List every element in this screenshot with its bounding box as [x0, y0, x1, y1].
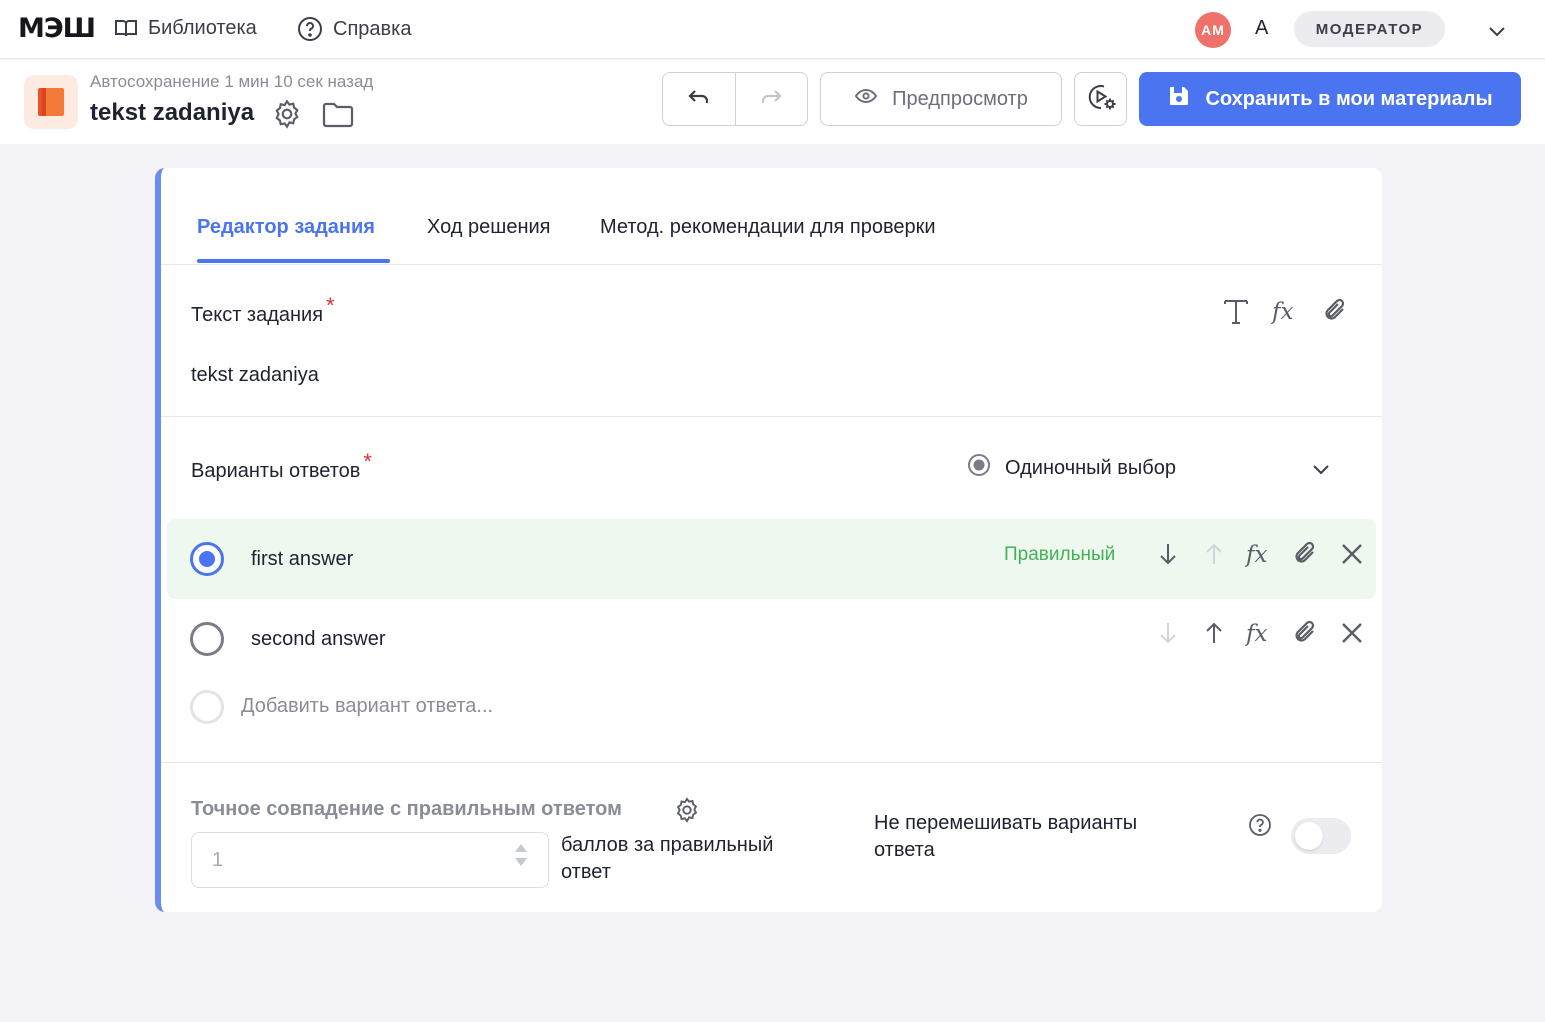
- answer-text[interactable]: second answer: [251, 628, 386, 651]
- tab-task-editor[interactable]: Редактор задания: [197, 216, 375, 239]
- section-divider: [161, 416, 1382, 417]
- svg-text:fx: fx: [1245, 542, 1268, 568]
- document-icon: [24, 75, 78, 129]
- task-text-label: Текст задания *: [191, 293, 335, 327]
- points-input[interactable]: 1: [191, 832, 549, 888]
- formula-icon[interactable]: fx: [1237, 540, 1283, 568]
- answer-row: second answer fx: [167, 599, 1376, 679]
- paperclip-icon[interactable]: [1283, 619, 1329, 647]
- avatar[interactable]: АМ: [1195, 12, 1231, 48]
- eye-icon: [854, 84, 878, 114]
- undo-icon: [686, 84, 712, 115]
- no-shuffle-label: Не перемешивать варианты ответа: [874, 812, 1138, 861]
- stepper-up-icon[interactable]: [514, 843, 528, 853]
- active-tab-indicator: [197, 259, 390, 263]
- formula-icon[interactable]: fx: [1237, 619, 1283, 647]
- no-shuffle-toggle[interactable]: [1291, 818, 1351, 854]
- tab-method-recommendations[interactable]: Метод. рекомендации для проверки: [600, 216, 936, 239]
- radio-mode-icon: [967, 453, 991, 483]
- settings-gear-icon[interactable]: [271, 98, 303, 135]
- user-name[interactable]: А: [1255, 17, 1268, 40]
- undo-button[interactable]: [663, 73, 735, 125]
- answer-radio[interactable]: [190, 622, 224, 656]
- settings-gear-icon[interactable]: [673, 796, 701, 829]
- video-settings-icon: [1083, 79, 1119, 120]
- nav-library-label: Библиотека: [148, 16, 257, 39]
- answer-text[interactable]: first answer: [251, 548, 353, 571]
- redo-icon: [758, 84, 784, 115]
- svg-text:fx: fx: [1245, 621, 1268, 647]
- close-icon[interactable]: [1329, 620, 1375, 646]
- redo-button[interactable]: [734, 73, 808, 125]
- document-title: tekst zadaniya: [90, 99, 255, 126]
- undo-redo-group: [662, 72, 808, 126]
- top-navigation: МЭШ Библиотека Справка АМ А МОДЕРАТОР: [0, 0, 1545, 59]
- move-up-icon[interactable]: [1191, 620, 1237, 646]
- nav-help-link[interactable]: Справка: [297, 16, 411, 42]
- answer-row-tools: fx: [1145, 540, 1375, 568]
- answer-row-tools: fx: [1145, 619, 1375, 647]
- required-mark: *: [363, 449, 372, 474]
- question-circle-icon[interactable]: [1248, 813, 1272, 842]
- task-editor-card: Редактор задания Ход решения Метод. реко…: [155, 168, 1382, 912]
- points-value: 1: [212, 849, 224, 871]
- move-down-icon: [1145, 620, 1191, 646]
- move-up-icon: [1191, 541, 1237, 567]
- role-badge[interactable]: МОДЕРАТОР: [1294, 11, 1445, 47]
- task-text-label-text: Текст задания: [191, 304, 324, 326]
- nav-help-label: Справка: [333, 17, 412, 40]
- answer-radio-selected[interactable]: [190, 542, 224, 576]
- floppy-disk-icon: [1167, 84, 1191, 114]
- book-icon: [114, 16, 138, 40]
- preview-label: Предпросмотр: [892, 87, 1028, 110]
- new-answer-radio: [190, 690, 224, 724]
- answers-label-text: Варианты ответов: [191, 460, 361, 482]
- paperclip-icon[interactable]: [1323, 297, 1349, 330]
- points-caption: баллов за правильный ответ: [561, 834, 774, 883]
- question-circle-icon: [297, 16, 323, 42]
- task-text-content[interactable]: tekst zadaniya: [191, 364, 319, 387]
- move-down-icon[interactable]: [1145, 541, 1191, 567]
- answer-mode-label: Одиночный выбор: [1005, 456, 1176, 479]
- save-label: Сохранить в мои материалы: [1205, 87, 1493, 110]
- close-icon[interactable]: [1329, 541, 1375, 567]
- exact-match-label: Точное совпадение с правильным ответом: [191, 798, 622, 820]
- chevron-down-icon[interactable]: [1486, 20, 1508, 47]
- chevron-down-icon[interactable]: [1309, 457, 1333, 486]
- formula-icon[interactable]: fx: [1270, 297, 1301, 330]
- stepper-down-icon[interactable]: [514, 857, 528, 867]
- task-text-toolbar: fx: [1223, 297, 1349, 330]
- preview-button[interactable]: Предпросмотр: [820, 72, 1062, 126]
- nav-library-link[interactable]: Библиотека: [114, 16, 257, 40]
- section-divider: [161, 762, 1382, 763]
- answer-mode-select[interactable]: Одиночный выбор: [967, 453, 1176, 483]
- svg-text:fx: fx: [1271, 299, 1294, 325]
- autosave-status: Автосохранение 1 мин 10 сек назад: [90, 72, 374, 91]
- folder-icon[interactable]: [321, 100, 355, 135]
- paperclip-icon[interactable]: [1283, 540, 1329, 568]
- answer-row: first answer Правильный fx: [167, 519, 1376, 599]
- editor-tabs: Редактор задания Ход решения Метод. реко…: [161, 168, 1382, 265]
- add-answer-input[interactable]: Добавить вариант ответа...: [241, 695, 493, 718]
- answers-label: Варианты ответов *: [191, 449, 372, 483]
- points-stepper[interactable]: [514, 843, 528, 867]
- mesh-logo[interactable]: МЭШ: [18, 13, 96, 44]
- correct-answer-label: Правильный: [1004, 544, 1116, 565]
- video-settings-button[interactable]: [1074, 72, 1127, 126]
- text-format-icon[interactable]: [1223, 297, 1249, 330]
- save-to-materials-button[interactable]: Сохранить в мои материалы: [1139, 72, 1521, 126]
- tab-solution-steps[interactable]: Ход решения: [427, 216, 551, 239]
- editor-header: Автосохранение 1 мин 10 сек назад tekst …: [0, 60, 1545, 144]
- required-mark: *: [326, 293, 335, 318]
